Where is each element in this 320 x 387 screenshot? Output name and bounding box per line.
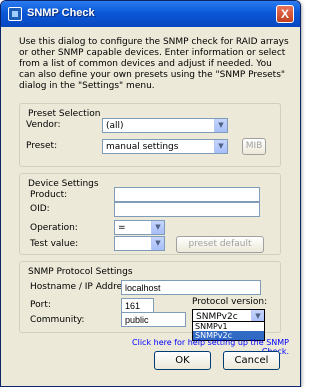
preset-select[interactable]: manual settings ▼ bbox=[102, 139, 228, 154]
chevron-down-icon[interactable]: ▼ bbox=[151, 221, 164, 234]
operation-select[interactable]: = ▼ bbox=[114, 220, 165, 235]
vendor-label: Vendor: bbox=[26, 120, 61, 130]
vendor-value: (all) bbox=[106, 121, 124, 131]
cancel-button[interactable]: Cancel bbox=[223, 351, 280, 370]
ok-button[interactable]: OK bbox=[154, 351, 211, 370]
test-value-label: Test value: bbox=[30, 239, 79, 249]
protocol-settings-title: SNMP Protocol Settings bbox=[28, 267, 133, 277]
oid-input[interactable] bbox=[114, 202, 260, 217]
protocol-version-label: Protocol version: bbox=[192, 297, 268, 307]
chevron-down-icon[interactable]: ▼ bbox=[214, 140, 227, 153]
preset-default-button[interactable]: preset default bbox=[176, 236, 264, 253]
hostname-label: Hostname / IP Address: bbox=[30, 282, 135, 292]
operation-value: = bbox=[118, 223, 126, 233]
protocol-option-snmpv1[interactable]: SNMPv1 bbox=[193, 322, 264, 331]
chevron-down-icon[interactable]: ▼ bbox=[151, 237, 164, 250]
preset-value: manual settings bbox=[106, 142, 179, 152]
mib-button[interactable]: MIB bbox=[242, 138, 266, 155]
preset-selection-title: Preset Selection bbox=[28, 109, 101, 119]
test-value-select[interactable]: ▼ bbox=[114, 236, 165, 251]
operation-label: Operation: bbox=[30, 223, 78, 233]
product-label: Product: bbox=[30, 190, 68, 200]
community-label: Community: bbox=[30, 315, 85, 325]
intro-text: Use this dialog to configure the SNMP ch… bbox=[19, 37, 289, 91]
preset-label: Preset: bbox=[26, 141, 58, 151]
preset-selection-group: Preset Selection bbox=[19, 103, 281, 167]
title-bar[interactable]: SNMP Check X bbox=[1, 1, 300, 27]
oid-label: OID: bbox=[30, 204, 50, 214]
close-button[interactable]: X bbox=[276, 5, 294, 23]
port-input[interactable] bbox=[121, 298, 154, 313]
app-icon bbox=[8, 7, 22, 21]
hostname-input[interactable] bbox=[121, 280, 261, 295]
community-input[interactable] bbox=[121, 312, 186, 327]
port-label: Port: bbox=[30, 300, 51, 310]
chevron-down-icon[interactable]: ▼ bbox=[214, 119, 227, 132]
device-settings-title: Device Settings bbox=[28, 179, 99, 189]
vendor-select[interactable]: (all) ▼ bbox=[102, 118, 228, 133]
window-title: SNMP Check bbox=[27, 7, 95, 19]
snmp-check-dialog: SNMP Check X Use this dialog to configur… bbox=[0, 0, 301, 387]
product-input[interactable] bbox=[114, 187, 260, 202]
